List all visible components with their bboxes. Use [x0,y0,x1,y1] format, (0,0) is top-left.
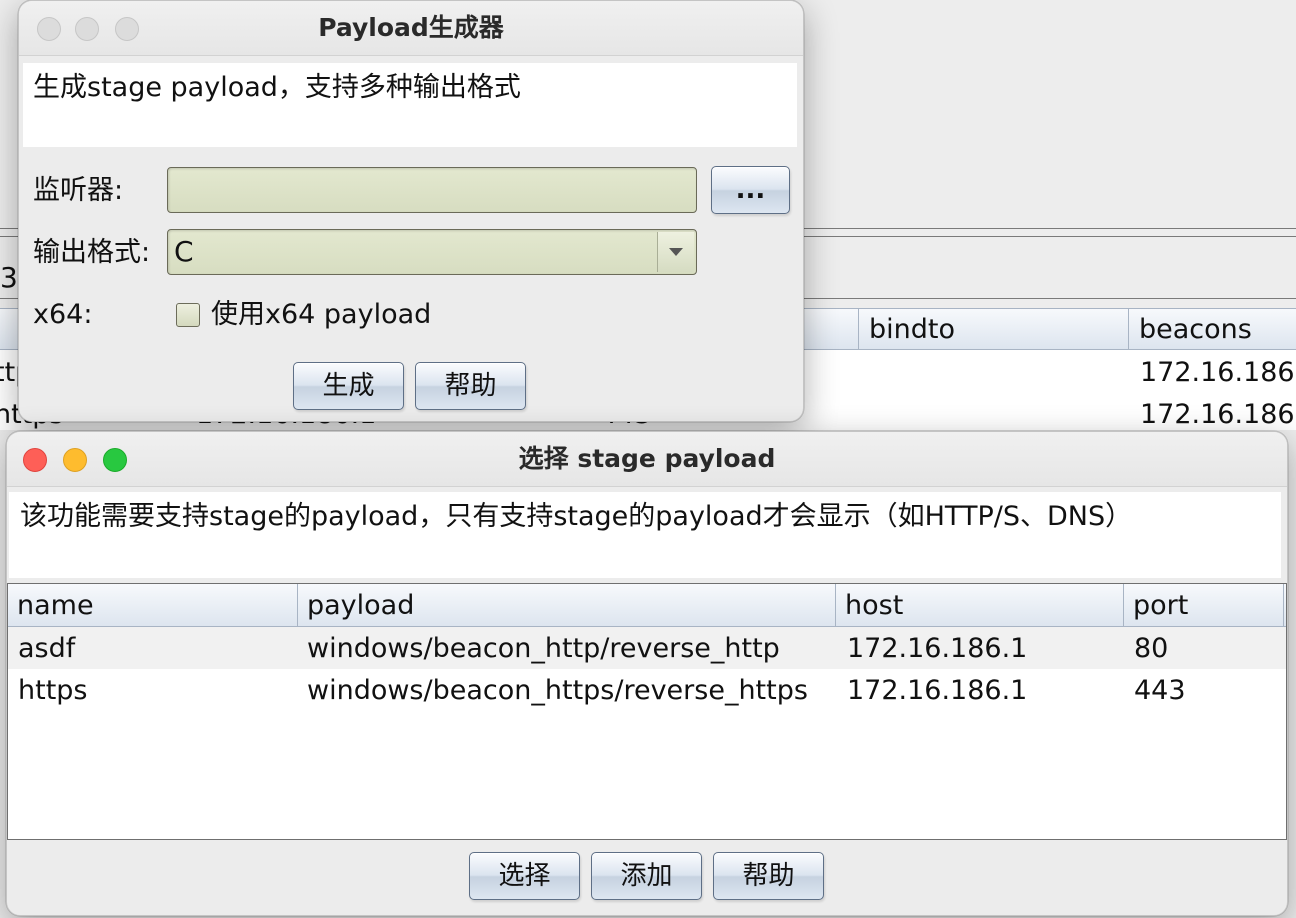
payload-table: name payload host port asdf windows/beac… [7,583,1287,840]
format-select[interactable]: C [167,229,697,275]
cell-port: 443 [1134,675,1186,706]
column-header-payload[interactable]: payload [298,584,836,626]
cell-payload: windows/beacon_https/reverse_https [307,675,808,706]
row-beacons: 172.16.186 [1140,357,1295,388]
window-title: 选择 stage payload [518,444,776,473]
chevron-down-icon[interactable] [657,232,694,272]
title-bar[interactable]: 选择 stage payload [7,432,1287,487]
add-button[interactable]: 添加 [591,852,702,900]
listener-field[interactable] [167,167,697,213]
title-bar[interactable]: Payload生成器 [19,1,803,56]
row-beacons: 172.16.186 [1140,399,1295,430]
description-box: 该功能需要支持stage的payload，只有支持stage的payload才会… [9,492,1281,578]
select-stage-payload-window: 选择 stage payload 该功能需要支持stage的payload，只有… [6,431,1288,916]
column-header-port[interactable]: port [1124,584,1284,626]
description-box: 生成stage payload，支持多种输出格式 [23,63,797,147]
help-button[interactable]: 帮助 [713,852,824,900]
table-row[interactable]: https windows/beacon_https/reverse_https… [8,669,1286,711]
cell-host: 172.16.186.1 [847,675,1028,706]
table-header: name payload host port [8,584,1286,627]
format-label: 输出格式: [33,237,151,268]
column-header-beacons[interactable]: beacons [1128,309,1296,349]
column-header-host[interactable]: host [836,584,1124,626]
cell-port: 80 [1134,633,1169,664]
generate-button[interactable]: 生成 [293,362,404,410]
cell-host: 172.16.186.1 [847,633,1028,664]
cell-name: https [18,675,88,706]
help-button[interactable]: 帮助 [415,362,526,410]
window-title: Payload生成器 [318,13,504,42]
x64-checkbox[interactable] [176,303,200,327]
column-header-bindto[interactable]: bindto [858,309,1128,349]
table-row[interactable]: asdf windows/beacon_http/reverse_http 17… [8,627,1286,669]
select-button[interactable]: 选择 [469,852,580,900]
cell-name: asdf [18,633,76,664]
format-selected-value: C [174,235,194,268]
browse-listener-button[interactable]: ... [711,166,790,214]
x64-checkbox-label[interactable]: 使用x64 payload [211,298,431,332]
column-header-name[interactable]: name [8,584,298,626]
payload-generator-window: Payload生成器 生成stage payload，支持多种输出格式 监听器:… [18,0,804,422]
listener-label: 监听器: [33,175,124,206]
cell-payload: windows/beacon_http/reverse_http [307,633,780,664]
x64-label: x64: [33,299,93,330]
